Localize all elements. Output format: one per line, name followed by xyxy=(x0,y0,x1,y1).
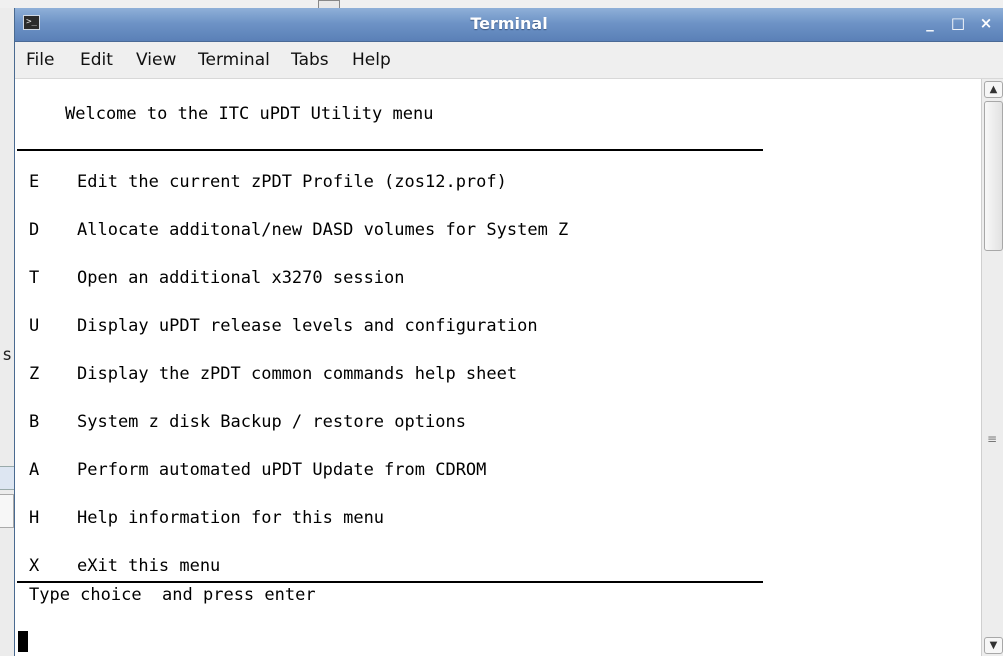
scroll-grip-icon: ≡ xyxy=(987,432,998,446)
option-key: B xyxy=(29,412,40,432)
option-key: Z xyxy=(29,364,40,384)
option-key: X xyxy=(29,556,40,576)
option-text: System z disk Backup / restore options xyxy=(77,412,466,432)
divider xyxy=(17,149,763,151)
option-text: Help information for this menu xyxy=(77,508,385,528)
minimize-button[interactable]: _ xyxy=(921,14,939,32)
desktop-background xyxy=(0,0,1003,8)
desktop-panel-fragment[interactable] xyxy=(0,494,14,528)
option-text: Edit the current zPDT Profile (zos12.pro… xyxy=(77,172,507,192)
prompt-text: Type choice and press enter xyxy=(29,585,316,605)
welcome-text: Welcome to the ITC uPDT Utility menu xyxy=(65,104,434,124)
option-key: T xyxy=(29,268,40,288)
divider xyxy=(17,581,763,583)
option-text: Perform automated uPDT Update from CDROM xyxy=(77,460,487,480)
desktop-window-edge xyxy=(318,0,340,8)
menu-bar: File Edit View Terminal Tabs Help xyxy=(15,42,1003,79)
desktop-partial-text: s xyxy=(2,345,13,365)
option-text: Display uPDT release levels and configur… xyxy=(77,316,538,336)
desktop-panel-fragment[interactable] xyxy=(0,466,14,490)
menu-tabs[interactable]: Tabs xyxy=(291,50,329,70)
title-bar[interactable]: >_ Terminal _ □ × xyxy=(15,8,1003,42)
menu-terminal[interactable]: Terminal xyxy=(198,50,270,70)
option-key: E xyxy=(29,172,40,192)
desktop-left-edge xyxy=(0,8,14,656)
option-text: Allocate additonal/new DASD volumes for … xyxy=(77,220,569,240)
option-key: H xyxy=(29,508,40,528)
close-button[interactable]: × xyxy=(977,14,995,32)
scroll-up-icon[interactable]: ▲ xyxy=(984,81,1003,98)
option-text: Display the zPDT common commands help sh… xyxy=(77,364,518,384)
option-key: A xyxy=(29,460,40,480)
vertical-scrollbar[interactable]: ▲ ≡ ▼ xyxy=(981,79,1003,656)
maximize-button[interactable]: □ xyxy=(949,14,967,32)
menu-help[interactable]: Help xyxy=(352,50,391,70)
menu-file[interactable]: File xyxy=(26,50,54,70)
terminal-output[interactable]: Welcome to the ITC uPDT Utility menu E Ed… xyxy=(15,79,981,656)
scroll-down-icon[interactable]: ▼ xyxy=(984,637,1003,654)
terminal-window: >_ Terminal _ □ × File Edit View Termina… xyxy=(14,8,1003,656)
menu-edit[interactable]: Edit xyxy=(80,50,113,70)
option-text: eXit this menu xyxy=(77,556,221,576)
option-key: U xyxy=(29,316,40,336)
scroll-thumb[interactable] xyxy=(984,101,1003,251)
window-controls: _ □ × xyxy=(921,14,995,32)
window-title: Terminal xyxy=(470,14,548,33)
option-key: D xyxy=(29,220,40,240)
option-text: Open an additional x3270 session xyxy=(77,268,405,288)
menu-view[interactable]: View xyxy=(136,50,176,70)
text-cursor xyxy=(18,631,28,652)
